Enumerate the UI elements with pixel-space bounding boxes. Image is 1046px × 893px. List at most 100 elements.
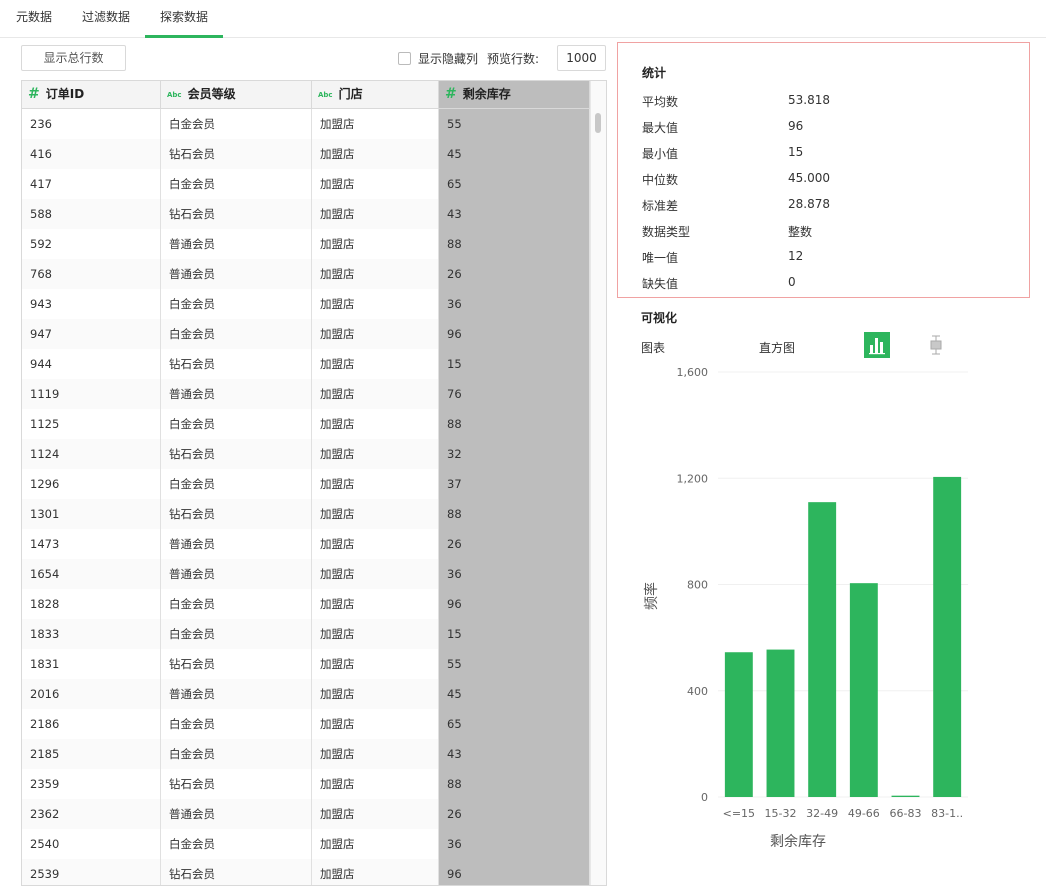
table-row[interactable]: 1654 普通会员 加盟店 36 — [22, 559, 590, 589]
table-cell: 1296 — [22, 469, 161, 499]
table-cell: 592 — [22, 229, 161, 259]
table-row[interactable]: 1831 钻石会员 加盟店 55 — [22, 649, 590, 679]
table-header: # 订单ID Abc 会员等级 Abc 门店 # 剩余库存 — [22, 81, 606, 109]
y-tick-label: 0 — [701, 791, 708, 804]
y-tick-label: 1,200 — [677, 472, 709, 485]
table-cell: 65 — [439, 709, 590, 739]
table-cell: 417 — [22, 169, 161, 199]
vertical-scrollbar[interactable] — [590, 81, 606, 885]
table-row[interactable]: 1125 白金会员 加盟店 88 — [22, 409, 590, 439]
table-cell: 2185 — [22, 739, 161, 769]
table-cell: 2539 — [22, 859, 161, 885]
table-cell: 加盟店 — [312, 529, 439, 559]
histogram-bar — [724, 652, 753, 797]
table-cell: 45 — [439, 139, 590, 169]
chart-type-value: 直方图 — [759, 341, 796, 355]
column-header-order-id[interactable]: # 订单ID — [22, 81, 161, 108]
table-cell: 96 — [439, 589, 590, 619]
table-cell: 43 — [439, 739, 590, 769]
histogram-bar — [849, 583, 878, 797]
table-cell: 加盟店 — [312, 199, 439, 229]
table-cell: 加盟店 — [312, 829, 439, 859]
table-cell: 白金会员 — [161, 589, 312, 619]
x-tick-label: 83-1.. — [931, 807, 963, 820]
table-cell: 白金会员 — [161, 619, 312, 649]
table-row[interactable]: 416 钻石会员 加盟店 45 — [22, 139, 590, 169]
column-header-label: 门店 — [338, 87, 363, 101]
table-cell: 1833 — [22, 619, 161, 649]
preview-rows-input[interactable] — [557, 45, 606, 71]
statistic-row: 中位数 45.000 — [642, 171, 1022, 197]
column-header-store[interactable]: Abc 门店 — [312, 81, 439, 108]
table-row[interactable]: 417 白金会员 加盟店 65 — [22, 169, 590, 199]
y-tick-label: 400 — [687, 685, 708, 698]
table-row[interactable]: 1124 钻石会员 加盟店 32 — [22, 439, 590, 469]
table-row[interactable]: 2362 普通会员 加盟店 26 — [22, 799, 590, 829]
chart-label: 图表 — [641, 341, 666, 355]
statistic-value: 45.000 — [788, 171, 830, 185]
column-header-member-level[interactable]: Abc 会员等级 — [161, 81, 312, 108]
table-cell: 1654 — [22, 559, 161, 589]
statistic-row: 数据类型 整数 — [642, 223, 1022, 249]
table-row[interactable]: 1296 白金会员 加盟店 37 — [22, 469, 590, 499]
table-row[interactable]: 2185 白金会员 加盟店 43 — [22, 739, 590, 769]
table-cell: 55 — [439, 109, 590, 139]
table-cell: 加盟店 — [312, 739, 439, 769]
table-row[interactable]: 1828 白金会员 加盟店 96 — [22, 589, 590, 619]
table-cell: 加盟店 — [312, 439, 439, 469]
table-row[interactable]: 947 白金会员 加盟店 96 — [22, 319, 590, 349]
statistic-key: 最大值 — [642, 121, 679, 135]
scrollbar-thumb[interactable] — [595, 113, 601, 133]
table-row[interactable]: 1119 普通会员 加盟店 76 — [22, 379, 590, 409]
table-cell: 2016 — [22, 679, 161, 709]
table-body: 236 白金会员 加盟店 55 416 钻石会员 加盟店 45 417 白金会员 加盟店 65 588 钻… — [22, 109, 590, 885]
table-row[interactable]: 2539 钻石会员 加盟店 96 — [22, 859, 590, 885]
table-cell: 944 — [22, 349, 161, 379]
table-cell: 加盟店 — [312, 259, 439, 289]
table-cell: 普通会员 — [161, 559, 312, 589]
table-row[interactable]: 1301 钻石会员 加盟店 88 — [22, 499, 590, 529]
table-cell: 白金会员 — [161, 829, 312, 859]
table-row[interactable]: 944 钻石会员 加盟店 15 — [22, 349, 590, 379]
tab-metadata[interactable]: 元数据 — [16, 0, 52, 38]
table-row[interactable]: 2359 钻石会员 加盟店 88 — [22, 769, 590, 799]
show-hidden-columns-label: 显示隐藏列 — [418, 52, 479, 66]
statistic-value: 0 — [788, 275, 796, 289]
table-row[interactable]: 2016 普通会员 加盟店 45 — [22, 679, 590, 709]
column-header-remaining-stock[interactable]: # 剩余库存 — [439, 81, 590, 108]
histogram-bar — [891, 795, 920, 797]
y-axis-title: 频率 — [643, 582, 660, 610]
table-cell: 加盟店 — [312, 169, 439, 199]
show-total-rows-button[interactable]: 显示总行数 — [21, 45, 126, 71]
table-row[interactable]: 943 白金会员 加盟店 36 — [22, 289, 590, 319]
x-tick-label: 32-49 — [806, 807, 838, 820]
table-cell: 加盟店 — [312, 679, 439, 709]
preview-rows-label: 预览行数: — [487, 52, 540, 66]
table-row[interactable]: 236 白金会员 加盟店 55 — [22, 109, 590, 139]
statistics-panel: 统计 平均数 53.818 最大值 96 最小值 15 中位数 45.000 标准差 28.878… — [617, 42, 1030, 298]
table-cell: 1828 — [22, 589, 161, 619]
table-row[interactable]: 2540 白金会员 加盟店 36 — [22, 829, 590, 859]
data-preview-table: # 订单ID Abc 会员等级 Abc 门店 # 剩余库存 236 白金会员 加盟店 55 41… — [21, 80, 607, 886]
y-tick-label: 800 — [687, 579, 708, 592]
tab-filter-data[interactable]: 过滤数据 — [82, 0, 130, 38]
show-hidden-columns-checkbox[interactable] — [398, 52, 411, 65]
statistic-row: 唯一值 12 — [642, 249, 1022, 275]
table-cell: 96 — [439, 319, 590, 349]
table-cell: 钻石会员 — [161, 349, 312, 379]
table-cell: 加盟店 — [312, 799, 439, 829]
table-row[interactable]: 592 普通会员 加盟店 88 — [22, 229, 590, 259]
table-row[interactable]: 1833 白金会员 加盟店 15 — [22, 619, 590, 649]
table-cell: 白金会员 — [161, 319, 312, 349]
table-row[interactable]: 1473 普通会员 加盟店 26 — [22, 529, 590, 559]
statistic-key: 缺失值 — [642, 277, 679, 291]
tab-explore-data[interactable]: 探索数据 — [145, 0, 223, 38]
table-cell: 2186 — [22, 709, 161, 739]
boxplot-chart-icon[interactable] — [926, 334, 946, 356]
histogram-chart-icon[interactable] — [864, 332, 890, 358]
table-row[interactable]: 588 钻石会员 加盟店 43 — [22, 199, 590, 229]
table-cell: 钻石会员 — [161, 859, 312, 885]
table-row[interactable]: 2186 白金会员 加盟店 65 — [22, 709, 590, 739]
table-row[interactable]: 768 普通会员 加盟店 26 — [22, 259, 590, 289]
table-cell: 加盟店 — [312, 649, 439, 679]
